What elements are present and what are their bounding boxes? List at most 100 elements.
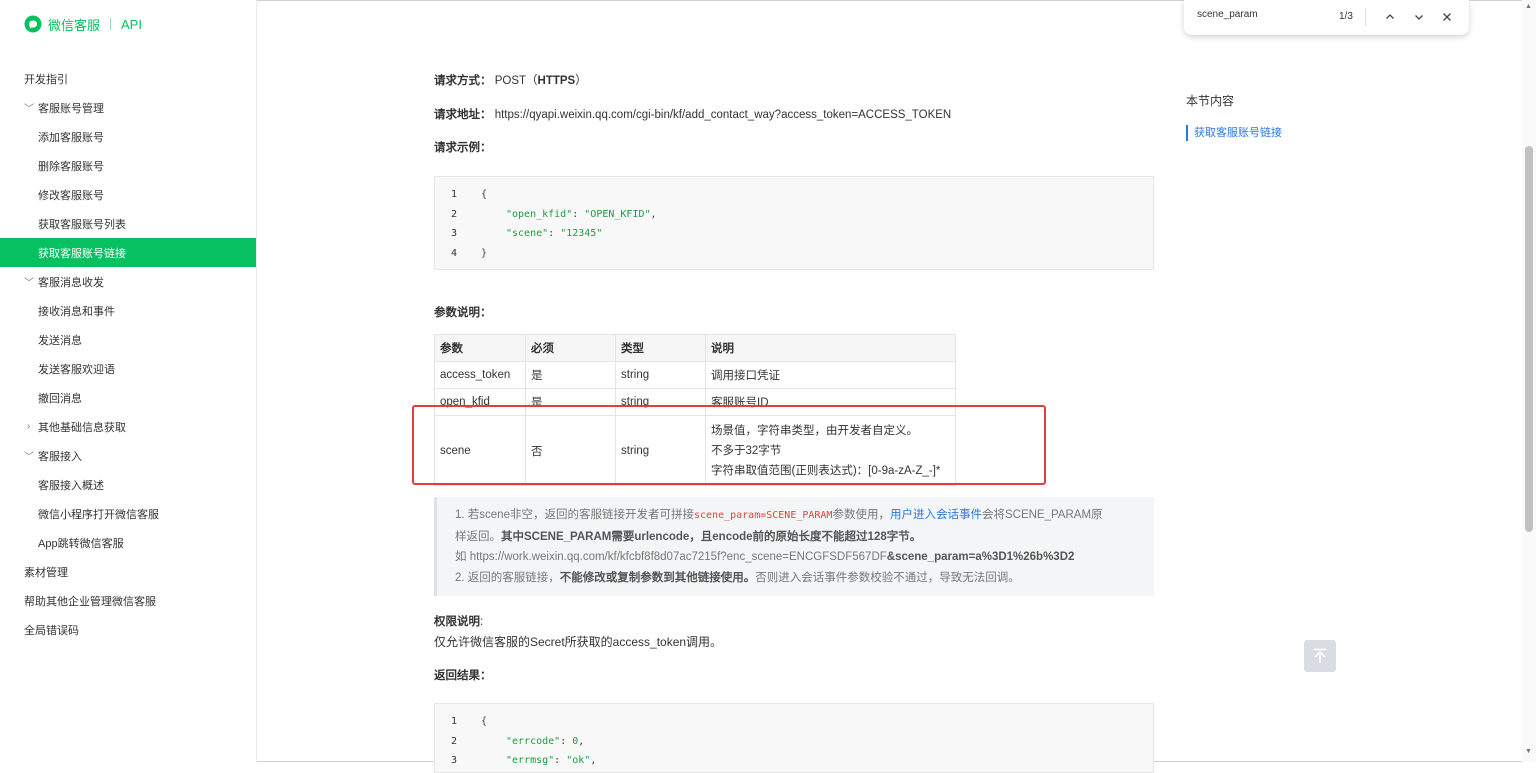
params-header-row: 参数 必须 类型 说明 (434, 334, 956, 362)
notice-block: 1. 若scene非空，返回的客服链接开发者可拼接scene_param=SCE… (434, 497, 1154, 596)
sidebar-item-label: 素材管理 (24, 566, 68, 579)
find-next-button[interactable] (1409, 7, 1429, 27)
back-to-top-button[interactable] (1304, 640, 1336, 672)
chevron-down-icon: ﹀ (24, 452, 34, 463)
sidebar-item-label: 获取客服账号链接 (38, 247, 126, 260)
code-token: { (481, 716, 488, 728)
sidebar-item-label: 客服账号管理 (38, 102, 104, 115)
notice-text: 样返回。 (455, 530, 501, 543)
sidebar-item[interactable]: 帮助其他企业管理微信客服 (0, 586, 256, 615)
user-enter-session-event-link[interactable]: 用户进入会话事件 (890, 509, 982, 521)
code-text: "open_kfid": "OPEN_KFID", (461, 209, 657, 220)
find-close-button[interactable] (1437, 7, 1457, 27)
request-example-label: 请求示例： (434, 142, 492, 154)
code-token-sep: : (560, 735, 573, 747)
brand-logo[interactable]: 微信客服 API (24, 14, 142, 34)
sidebar-item[interactable]: 开发指引 (0, 64, 256, 93)
params-header-cell: 参数 (434, 334, 526, 362)
toc-link-get-account-link[interactable]: 获取客服账号链接 (1186, 125, 1282, 141)
sidebar-nav: 开发指引 ﹀ 客服账号管理 添加客服账号 删除客服账号 修改客服账号 获取客服账号列表 获取客… (0, 64, 256, 644)
find-divider (1365, 8, 1366, 26)
params-header-cell: 说明 (705, 334, 956, 362)
find-input[interactable] (1197, 9, 1317, 20)
params-label: 参数说明： (434, 307, 492, 319)
sidebar-item-label: 添加客服账号 (38, 131, 104, 144)
request-method-line: 请求方式： POST（HTTPS） (434, 72, 587, 88)
request-method-label: 请求方式： (434, 75, 492, 87)
result-code-block[interactable]: 1{2 "errcode": 0, 3 "errmsg": "ok", (434, 703, 1154, 773)
request-method-end: ） (575, 75, 587, 87)
sidebar-item[interactable]: App跳转微信客服 (0, 528, 256, 557)
notice-text: 会将SCENE_PARAM原 (981, 509, 1103, 521)
notice-text: 如 https://work.weixin.qq.com/kf/kfcbf8f8… (455, 551, 887, 563)
sidebar-item[interactable]: › 其他基础信息获取 (0, 412, 256, 441)
request-method-protocol: HTTPS (537, 75, 576, 87)
sidebar-item[interactable]: ﹀ 客服账号管理 (0, 93, 256, 122)
code-line: 4} (435, 244, 1153, 264)
sidebar-item[interactable]: 发送客服欢迎语 (0, 354, 256, 383)
code-token-tail: , (578, 735, 585, 747)
code-line-number: 1 (450, 189, 457, 201)
code-token-key: "scene" (506, 228, 549, 240)
sidebar-item[interactable]: ﹀ 客服消息收发 (0, 267, 256, 296)
code-line: 3 "scene": "12345" (435, 224, 1153, 244)
toc-panel: 本节内容 获取客服账号链接 (1186, 92, 1282, 141)
find-bar: 1/3 (1184, 0, 1469, 35)
sidebar-item[interactable]: 微信小程序打开微信客服 (0, 499, 256, 528)
brand-name: 微信客服 (48, 17, 101, 33)
code-token-val: "OPEN_KFID" (584, 208, 651, 220)
notice-text: 否则进入会话事件参数校验不通过，导致无法回调。 (755, 571, 1020, 584)
code-line: 2 "open_kfid": "OPEN_KFID", (435, 205, 1153, 225)
sidebar-item-label: App跳转微信客服 (38, 537, 124, 550)
request-url-value[interactable]: https://qyapi.weixin.qq.com/cgi-bin/kf/a… (495, 109, 952, 121)
code-token: } (481, 247, 488, 259)
request-code-block[interactable]: 1{2 "open_kfid": "OPEN_KFID", 3 "scene": "1… (434, 176, 1154, 270)
scroll-up-arrow-icon[interactable]: ▲ (1525, 3, 1532, 10)
scrollbar[interactable]: ▲ ▼ (1522, 0, 1536, 762)
sidebar: 微信客服 API 开发指引 ﹀ 客服账号管理 添加客服账号 删除客服账号 修改客服账号 获取… (0, 0, 257, 762)
params-header-cell: 必须 (525, 334, 616, 362)
code-text: { (461, 189, 487, 200)
sidebar-item-label: 获取客服账号列表 (38, 218, 126, 231)
sidebar-item-label: 客服消息收发 (38, 276, 104, 289)
sidebar-item-label: 其他基础信息获取 (38, 421, 126, 434)
code-token-key: "open_kfid" (506, 208, 573, 220)
find-previous-button[interactable] (1380, 7, 1400, 27)
param-required: 是 (525, 361, 616, 389)
sidebar-item-label: 删除客服账号 (38, 160, 104, 173)
sidebar-item[interactable]: 全局错误码 (0, 615, 256, 644)
toc-title: 本节内容 (1186, 94, 1235, 108)
scroll-down-arrow-icon[interactable]: ▼ (1525, 748, 1532, 755)
sidebar-item[interactable]: 接收消息和事件 (0, 296, 256, 325)
sidebar-item[interactable]: 撤回消息 (0, 383, 256, 412)
code-text: { (461, 716, 487, 727)
sidebar-item-label: 客服接入 (38, 450, 82, 463)
request-method-value: POST（ (494, 75, 538, 87)
brand-divider (110, 18, 112, 30)
sidebar-item[interactable]: 获取客服账号链接 (0, 238, 256, 267)
chevron-down-icon: ﹀ (24, 278, 34, 289)
notice-bold: &scene_param=a%3D1%26b%3D2 (886, 551, 1075, 563)
param-type: string (615, 361, 706, 389)
permission-label: 权限说明 (434, 616, 480, 628)
sidebar-item[interactable]: 发送消息 (0, 325, 256, 354)
sidebar-item[interactable]: 获取客服账号列表 (0, 209, 256, 238)
permission-heading: 权限说明: (434, 613, 483, 629)
request-url-line: 请求地址： https://qyapi.weixin.qq.com/cgi-bi… (434, 106, 951, 122)
code-line: 3 "errmsg": "ok", (435, 751, 1153, 771)
scroll-thumb[interactable] (1525, 146, 1533, 532)
param-name: access_token (434, 361, 526, 389)
sidebar-item[interactable]: 添加客服账号 (0, 122, 256, 151)
code-line-number: 3 (450, 228, 457, 240)
sidebar-item[interactable]: 删除客服账号 (0, 151, 256, 180)
sidebar-item[interactable]: 修改客服账号 (0, 180, 256, 209)
code-token-sep: : (554, 755, 567, 767)
notice-bold: 其中SCENE_PARAM需要urlencode，且encode前的原始长度不能… (501, 530, 922, 543)
sidebar-item[interactable]: 素材管理 (0, 557, 256, 586)
request-url-label: 请求地址： (434, 109, 492, 121)
code-line-number: 1 (450, 716, 457, 728)
code-line-number: 4 (450, 247, 457, 259)
sidebar-item[interactable]: 客服接入概述 (0, 470, 256, 499)
sidebar-item[interactable]: ﹀ 客服接入 (0, 441, 256, 470)
sidebar-item-label: 发送客服欢迎语 (38, 363, 115, 376)
